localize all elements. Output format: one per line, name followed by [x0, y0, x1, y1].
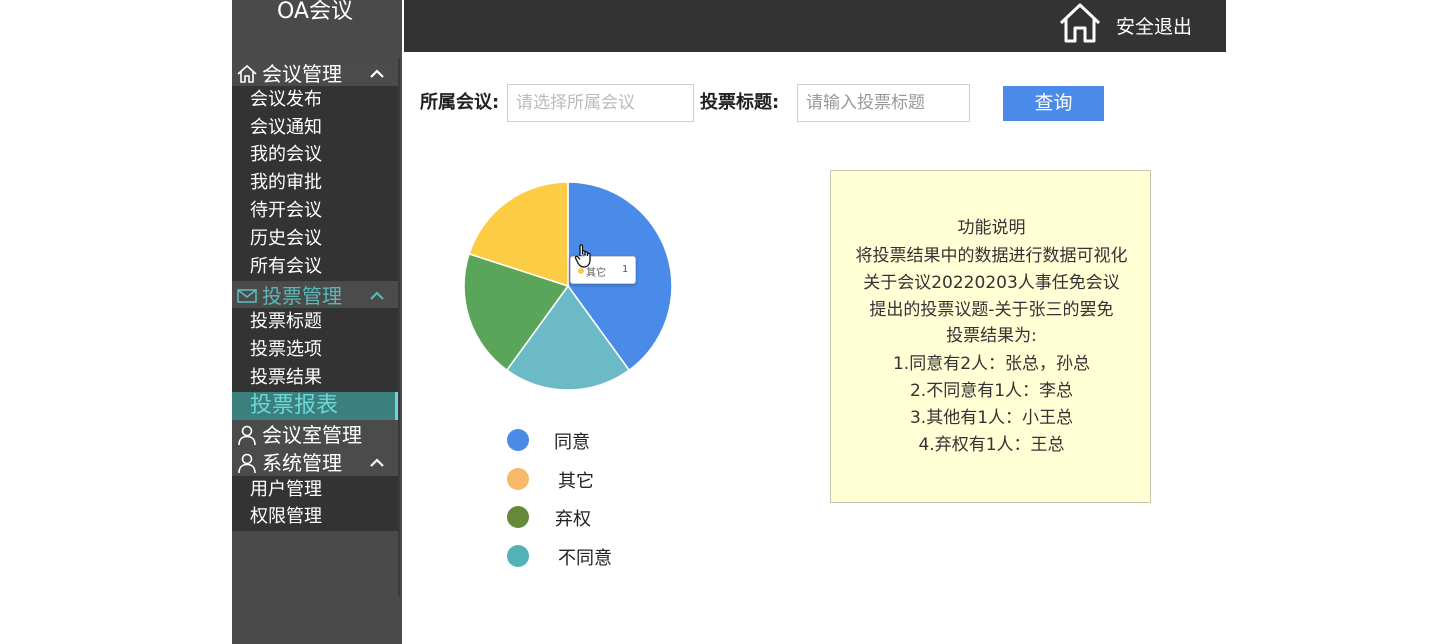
legend-label-2: 弃权	[555, 509, 591, 530]
legend-label-1: 其它	[558, 471, 594, 492]
sidebar-divider	[398, 58, 400, 596]
info-line: 1.同意有2人：张总，孙总	[892, 354, 1091, 374]
legend-color-dot	[507, 429, 529, 451]
chevron-up-icon	[368, 282, 386, 310]
info-line: 功能说明	[957, 218, 1026, 238]
sidebar-item-history-meetings[interactable]: 历史会议	[232, 225, 398, 253]
sidebar-group-system-management[interactable]: 系统管理	[232, 449, 398, 477]
legend-item-2[interactable]	[507, 505, 529, 529]
info-line: 将投票结果中的数据进行数据可视化	[855, 246, 1128, 266]
tooltip-value: 1	[622, 264, 629, 275]
sidebar-item-meeting-notice[interactable]: 会议通知	[232, 114, 398, 142]
sidebar-item-vote-report[interactable]: 投票报表	[232, 392, 398, 420]
sidebar-group-label: 会议管理	[262, 62, 342, 86]
hand-pointer-icon	[574, 243, 594, 269]
sidebar-group-meeting-management[interactable]: 会议管理	[232, 60, 398, 88]
sidebar-group-label: 投票管理	[262, 284, 342, 308]
vote-title-input[interactable]: 请输入投票标题	[797, 84, 970, 122]
mail-icon	[234, 284, 260, 308]
sidebar: OA会议 会议管理 会议发布 会议通知 我的会议 我的审批 待开会议 历史会议 …	[232, 0, 402, 644]
function-description-panel: 功能说明 将投票结果中的数据进行数据可视化 关于会议20220203人事任免会议…	[830, 170, 1151, 503]
sidebar-item-publish-meeting[interactable]: 会议发布	[232, 86, 398, 114]
info-line: 关于会议20220203人事任免会议	[863, 273, 1120, 293]
user-icon	[234, 423, 260, 447]
legend-color-dot	[507, 545, 529, 567]
sidebar-item-all-meetings[interactable]: 所有会议	[232, 253, 398, 281]
house-icon[interactable]	[1058, 2, 1102, 44]
sidebar-item-vote-results[interactable]: 投票结果	[232, 364, 398, 392]
info-line: 投票结果为:	[946, 326, 1037, 346]
sidebar-group-vote-management[interactable]: 投票管理	[232, 282, 398, 310]
sidebar-item-vote-options[interactable]: 投票选项	[232, 336, 398, 364]
sidebar-item-upcoming-meetings[interactable]: 待开会议	[232, 197, 398, 225]
legend-color-dot	[507, 506, 529, 528]
top-header: 安全退出	[404, 0, 1226, 52]
info-line: 2.不同意有1人：李总	[909, 381, 1074, 401]
meeting-select[interactable]: 请选择所属会议	[507, 84, 694, 122]
info-line: 3.其他有1人：小王总	[909, 408, 1074, 428]
sidebar-item-permission-management[interactable]: 权限管理	[232, 503, 398, 531]
user-icon	[234, 451, 260, 475]
legend-item-3[interactable]	[507, 544, 529, 568]
logout-button[interactable]: 安全退出	[1116, 14, 1192, 40]
sidebar-item-my-meetings[interactable]: 我的会议	[232, 141, 398, 169]
chevron-up-icon	[368, 60, 386, 88]
sidebar-item-vote-title[interactable]: 投票标题	[232, 308, 398, 336]
sidebar-group-room-management[interactable]: 会议室管理	[232, 421, 398, 449]
sidebar-group-label: 会议室管理	[262, 423, 362, 447]
home-icon	[234, 62, 260, 86]
legend-label-3: 不同意	[558, 548, 612, 569]
info-line: 4.弃权有1人：王总	[918, 435, 1065, 455]
info-line: 提出的投票议题-关于张三的罢免	[869, 300, 1114, 320]
legend-color-dot	[507, 468, 529, 490]
legend-item-1[interactable]	[507, 467, 529, 491]
chevron-up-icon	[368, 449, 386, 477]
app-title: OA会议	[277, 0, 353, 24]
sidebar-group-label: 系统管理	[262, 451, 342, 475]
meeting-label: 所属会议:	[420, 92, 500, 113]
vote-title-label: 投票标题:	[700, 92, 780, 113]
sidebar-item-my-approvals[interactable]: 我的审批	[232, 169, 398, 197]
legend-item-0[interactable]	[507, 428, 529, 452]
legend-label-0: 同意	[554, 432, 590, 453]
sidebar-item-user-management[interactable]: 用户管理	[232, 476, 398, 504]
vote-pie-chart	[463, 181, 673, 391]
query-button[interactable]: 查询	[1003, 86, 1104, 121]
